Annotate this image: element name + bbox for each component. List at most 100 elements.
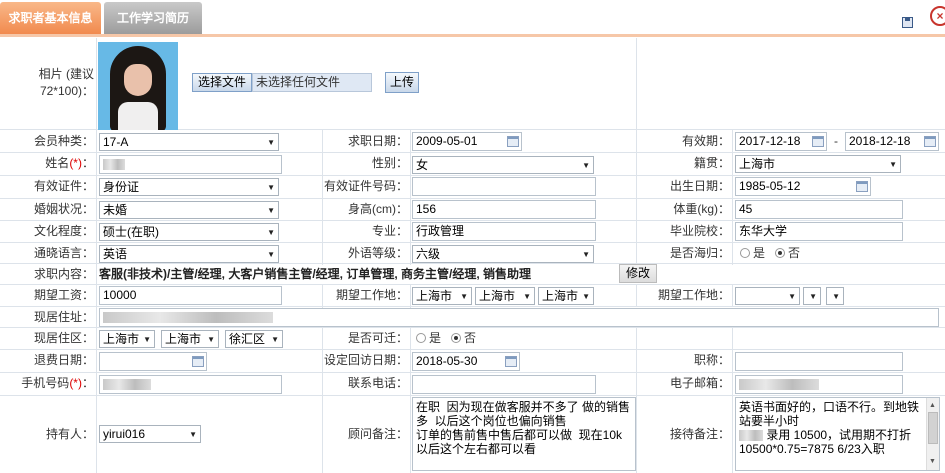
address-input[interactable] — [99, 308, 939, 327]
upload-button[interactable]: 上传 — [385, 72, 419, 93]
native-place-select[interactable]: 上海市 ▼ — [735, 155, 901, 173]
district-province-value: 上海市 — [103, 332, 140, 346]
tab-work-study-resume[interactable]: 工作学习简历 — [104, 2, 202, 34]
chevron-down-icon: ▼ — [809, 292, 817, 301]
birth-date-input[interactable]: 1985-05-12 — [735, 177, 871, 196]
edit-job-content-button[interactable]: 修改 — [619, 264, 657, 283]
consultant-note-textarea[interactable]: 在职 因为现在做客服并不多了 做的销售多 以后这个岗位也偏向销售 订单的售前售中… — [412, 397, 636, 471]
calendar-icon[interactable] — [812, 136, 824, 147]
chevron-down-icon: ▼ — [832, 292, 840, 301]
overseas-yes-radio[interactable] — [740, 248, 750, 258]
expected-place-value: 上海市 — [479, 289, 516, 303]
marital-select[interactable]: 未婚 ▼ — [99, 201, 279, 219]
refund-date-input[interactable] — [99, 352, 207, 371]
valid-to-value: 2018-12-18 — [849, 134, 911, 148]
chevron-down-icon: ▼ — [889, 160, 897, 169]
height-input[interactable]: 156 — [412, 200, 596, 219]
education-select[interactable]: 硕士(在职) ▼ — [99, 223, 279, 241]
calendar-icon[interactable] — [856, 181, 868, 192]
revisit-date-value: 2018-05-30 — [416, 354, 478, 368]
education-label: 文化程度： — [33, 224, 94, 238]
valid-from-input[interactable]: 2017-12-18 — [735, 132, 827, 151]
id-type-select[interactable]: 身份证 ▼ — [99, 178, 279, 196]
marital-value: 未婚 — [103, 203, 128, 217]
owner-value: yirui016 — [103, 427, 146, 441]
district-area-select[interactable]: 徐汇区 ▼ — [225, 330, 283, 348]
calendar-icon[interactable] — [507, 136, 519, 147]
valid-period-label: 有效期： — [681, 134, 730, 148]
weight-input[interactable]: 45 — [735, 200, 903, 219]
name-label: 姓名(*)： — [45, 156, 94, 170]
name-input[interactable] — [99, 155, 282, 174]
member-type-label: 会员种类： — [33, 134, 94, 148]
relocate-yes-radio[interactable] — [416, 333, 426, 343]
chevron-down-icon: ▼ — [267, 183, 275, 192]
chevron-down-icon: ▼ — [189, 430, 197, 439]
apply-date-label: 求职日期： — [347, 134, 408, 148]
mobile-input[interactable] — [99, 375, 282, 394]
apply-date-value: 2009-05-01 — [416, 134, 478, 148]
expected-salary-input[interactable]: 10000 — [99, 286, 282, 305]
district-province-select[interactable]: 上海市 ▼ — [99, 330, 155, 348]
reception-note-scrollbar[interactable]: ▲ ▼ — [926, 398, 939, 470]
close-icon[interactable]: × — [930, 6, 945, 26]
choose-file-button[interactable]: 选择文件 — [192, 73, 252, 92]
consultant-note-label: 顾问备注： — [347, 427, 408, 441]
district-label: 现居住区： — [33, 331, 94, 345]
save-icon[interactable] — [902, 17, 913, 28]
overseas-no-label: 否 — [788, 246, 801, 260]
expected-place-select-4[interactable]: ▼ — [735, 287, 800, 305]
id-number-input[interactable] — [412, 177, 596, 196]
expected-place-select-5[interactable]: ▼ — [803, 287, 821, 305]
email-input[interactable] — [735, 375, 903, 394]
calendar-icon[interactable] — [505, 356, 517, 367]
revisit-date-input[interactable]: 2018-05-30 — [412, 352, 520, 371]
tab-basic-info[interactable]: 求职者基本信息 — [0, 2, 101, 34]
id-type-value: 身份证 — [103, 180, 140, 194]
birth-date-value: 1985-05-12 — [739, 179, 801, 193]
relocate-yes-label: 是 — [429, 331, 442, 345]
language-select[interactable]: 英语 ▼ — [99, 245, 279, 263]
refund-date-label: 退费日期： — [33, 353, 94, 367]
owner-label: 持有人： — [45, 427, 94, 441]
major-input[interactable]: 行政管理 — [412, 222, 596, 241]
chevron-down-icon: ▼ — [267, 228, 275, 237]
expected-place-label-2: 期望工作地： — [657, 288, 730, 302]
relocate-no-radio[interactable] — [451, 333, 462, 343]
chevron-down-icon: ▼ — [582, 292, 590, 301]
chevron-down-icon: ▼ — [267, 250, 275, 259]
expected-place-select-1[interactable]: 上海市 ▼ — [412, 287, 472, 305]
phone-label: 联系电话： — [347, 376, 408, 390]
address-label: 现居住址： — [33, 310, 94, 324]
district-city-select[interactable]: 上海市 ▼ — [161, 330, 219, 348]
expected-place-select-3[interactable]: 上海市 ▼ — [538, 287, 594, 305]
expected-place-select-2[interactable]: 上海市 ▼ — [475, 287, 535, 305]
native-place-value: 上海市 — [739, 157, 776, 171]
calendar-icon[interactable] — [192, 356, 204, 367]
weight-label: 体重(kg)： — [673, 202, 730, 216]
school-input[interactable]: 东华大学 — [735, 222, 903, 241]
birth-date-label: 出生日期： — [669, 179, 730, 193]
reception-note-label: 接待备注： — [669, 427, 730, 441]
education-value: 硕士(在职) — [103, 225, 159, 239]
reception-note-textarea[interactable]: 英语书面好的，口语不行。到地铁站要半小时 录用 10500，试用期不打折 105… — [735, 397, 940, 471]
language-level-select[interactable]: 六级 ▼ — [412, 245, 594, 263]
expected-place-label-1: 期望工作地： — [335, 288, 408, 302]
member-type-select[interactable]: 17-A ▼ — [99, 133, 279, 151]
job-title-input[interactable] — [735, 352, 903, 371]
phone-input[interactable] — [412, 375, 596, 394]
expected-place-select-6[interactable]: ▼ — [826, 287, 844, 305]
gender-select[interactable]: 女 ▼ — [412, 156, 594, 174]
no-file-chosen-text: 未选择任何文件 — [252, 73, 372, 92]
school-label: 毕业院校： — [669, 224, 730, 238]
tab-underline — [0, 34, 945, 37]
owner-select[interactable]: yirui016 ▼ — [99, 425, 201, 443]
language-value: 英语 — [103, 247, 128, 261]
mobile-label: 手机号码(*)： — [21, 376, 94, 390]
overseas-no-radio[interactable] — [775, 248, 786, 258]
overseas-yes-label: 是 — [753, 246, 766, 260]
chevron-down-icon: ▼ — [460, 292, 468, 301]
apply-date-input[interactable]: 2009-05-01 — [412, 132, 522, 151]
valid-to-input[interactable]: 2018-12-18 — [845, 132, 939, 151]
calendar-icon[interactable] — [924, 136, 936, 147]
